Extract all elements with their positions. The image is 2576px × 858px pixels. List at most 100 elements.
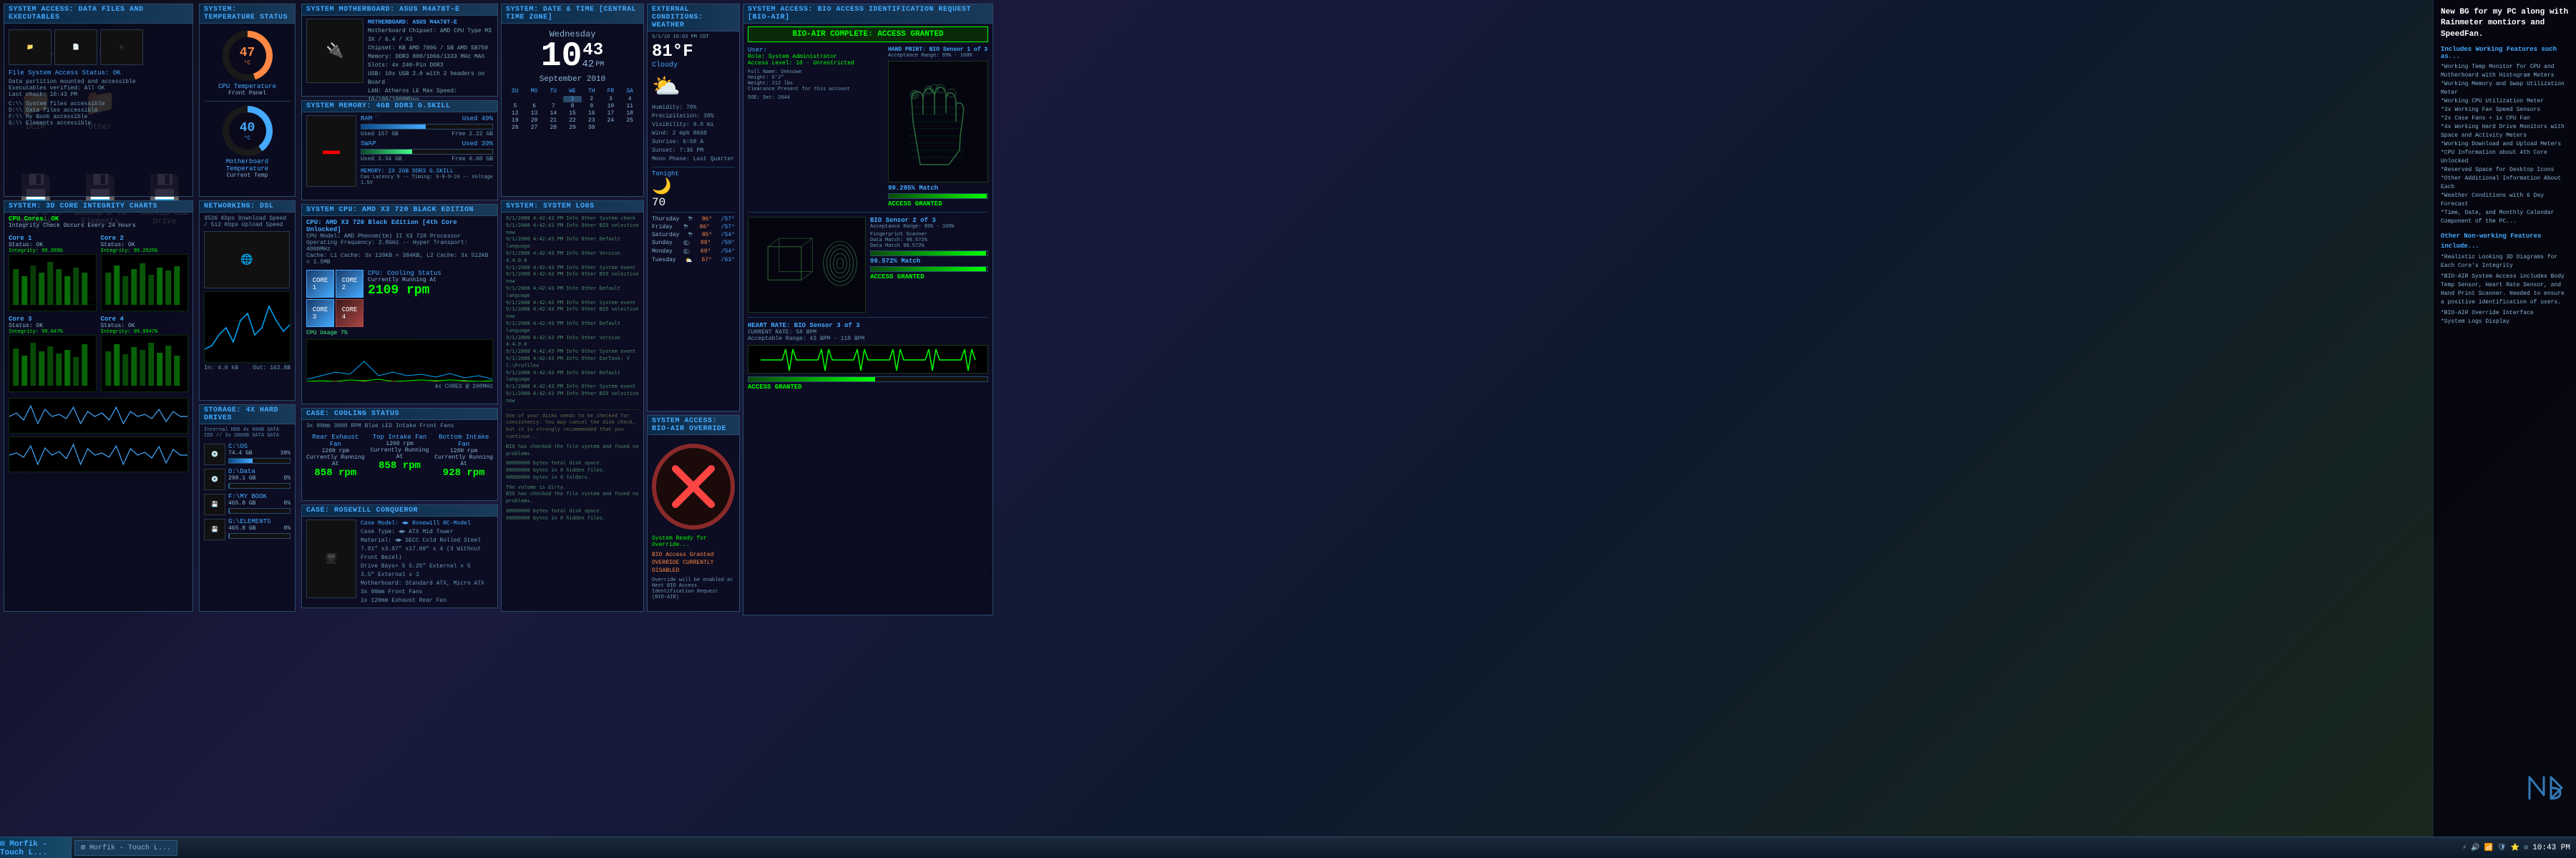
bio-override-header: SYSTEM ACCESS: BIO-AIR Override xyxy=(648,416,739,435)
time-display: 10 43 42 PM xyxy=(506,39,639,74)
network-graph xyxy=(204,291,291,363)
cpu-panel: SYSTEM CPU: AMD X3 720 Black Edition CPU… xyxy=(301,204,498,404)
features-list: *Working Temp Monitor for CPU and Mother… xyxy=(2441,63,2569,226)
core1-graph xyxy=(9,254,97,311)
data-files-img3: ⚙ xyxy=(100,29,143,65)
storage-header: STORAGE: 4x Hard Drives xyxy=(200,405,295,424)
integrity-panel: SYSTEM: 3D Core Integrity Charts CPU Cor… xyxy=(4,200,193,612)
motherboard-header: SYSTEM MOTHERBOARD: ASUS M4A78T-E xyxy=(302,4,497,16)
cpu-core-diagram: CORE1 CORE2 CORE3 CORE4 xyxy=(306,270,364,327)
current-temp: 81°F xyxy=(652,42,735,62)
network-out: Out: 162.8B xyxy=(253,365,291,371)
integrity-header: SYSTEM: 3D Core Integrity Charts xyxy=(4,201,192,213)
system-clock: 10:43 PM xyxy=(2532,844,2570,852)
mb-temp-label: Motherboard Temperature xyxy=(204,158,291,172)
data-files-img1: 📁 xyxy=(9,29,52,65)
weather-details: Humidity: 70% Precipitation: 30% Visibil… xyxy=(652,104,735,164)
nb-logo xyxy=(2526,774,2569,809)
bio-air-panel: SYSTEM ACCESS: BIO Access Identification… xyxy=(743,4,993,615)
core2-graph xyxy=(101,254,189,311)
tray-icon-security: 🛡 xyxy=(2497,844,2507,852)
storage-content: Internal HDD 4x 600B SATA IDS // 3x 300G… xyxy=(200,424,295,545)
case-content: 🖥 Case Model: ◄► Rosewill RC-Model Case … xyxy=(302,517,497,608)
case-image: 🖥 xyxy=(306,520,356,598)
temperature-panel: SYSTEM: Temperature Status 47 °C CPU Tem… xyxy=(199,4,296,197)
heart-rate-container: HEART RATE: BIO Sensor 3 of 3 CURRENT RA… xyxy=(748,317,988,391)
ecg-waveform xyxy=(748,345,988,374)
tray-icon-bolt: ⚡ xyxy=(2462,844,2467,852)
memory-stats: RAM Used 49% Used 157 GB Free 2.22 GB SW… xyxy=(361,115,493,187)
memory-image: ▬▬ xyxy=(306,115,356,187)
datetime-content: Wednesday 10 43 42 PM September 2010 SUM… xyxy=(502,24,643,134)
drive-c-image: 💿 xyxy=(204,444,225,465)
drive-c: 💿 C:\OS 74.4 GB39% xyxy=(204,443,291,465)
tray-icon-star: ⭐ xyxy=(2511,844,2519,852)
core2-chart: Core 2 Status: OK Integrity: 99.2525% xyxy=(101,235,189,311)
cpu-temp-subtitle: Front Panel xyxy=(204,90,291,97)
right-sidebar: New BG for my PC along with Rainmeter mo… xyxy=(2433,0,2576,837)
system-logs-header: SYSTEM: SYSTEM LOGS xyxy=(502,201,643,213)
bio-override-next: Override will be enabled at Next BIO Acc… xyxy=(652,577,735,600)
weather-header: EXTERNAL CONDITIONS: Weather xyxy=(648,4,739,31)
cooling-content: 3x 80mm 3000 RPM Blue LED Intake Front F… xyxy=(302,420,497,482)
data-files-header: SYSTEM ACCESS: Data Files and Executable… xyxy=(4,4,192,24)
weather-content: 9/1/10 10:03 PM CDT 81°F Cloudy ⛅ Humidi… xyxy=(648,31,739,268)
sidebar-title: New BG for my PC along with Rainmeter mo… xyxy=(2441,7,2569,40)
drive-d-image: 💿 xyxy=(204,469,225,490)
system-logs-content: 9/1/2008 4:42:43 PM Info Other System ch… xyxy=(502,213,643,599)
mb-temp-gauge: 40 °C xyxy=(223,106,273,156)
datetime-panel: SYSTEM: Date & Time [CENTRAL TIME ZONE] … xyxy=(501,4,644,197)
cooling-header: CASE: Cooling Status xyxy=(302,409,497,420)
cpu-content: CPU: AMD X3 720 Black Edition [4th Core … xyxy=(302,216,497,393)
bio-air-content: BIO-AIR COMPLETE: ACCESS GRANTED User: R… xyxy=(743,24,992,394)
networking-panel: NETWORKING: DSL 3526 Kbps Download Speed… xyxy=(199,200,296,401)
mb-temp-subtitle: Current Temp xyxy=(204,172,291,179)
storage-panel: STORAGE: 4x Hard Drives Internal HDD 4x … xyxy=(199,404,296,612)
drive-d: 💿 D:\Data 298.1 GB0% xyxy=(204,468,291,490)
cpu-header: SYSTEM CPU: AMD X3 720 Black Edition xyxy=(302,205,497,216)
weather-condition: Cloudy xyxy=(652,62,735,69)
bio-air-header: SYSTEM ACCESS: BIO Access Identification… xyxy=(743,4,992,24)
bio-air-user-info: User: Role: System Administrator Access … xyxy=(748,47,988,208)
drive-g-image: 💾 xyxy=(204,519,225,540)
networking-content: 3526 Kbps Download Speed / 512 Kbps Uplo… xyxy=(200,213,295,374)
networking-image: 🌐 xyxy=(204,231,290,288)
nonworking-title: Other Non-working Features include... *R… xyxy=(2441,232,2569,326)
datetime-header: SYSTEM: Date & Time [CENTRAL TIME ZONE] xyxy=(502,4,643,24)
bio-sensor2-info: BIO Sensor 2 of 3 Acceptance Range: 99% … xyxy=(870,217,988,313)
memory-header: SYSTEM MEMORY: 4GB DDR3 G.Skill xyxy=(302,101,497,112)
taskbar-tray: ⚡ 🔊 📶 🛡 ⭐ ⊙ 10:43 PM xyxy=(2457,844,2576,852)
cpu-temp-gauge: 47 °C xyxy=(223,31,273,81)
drive-g: 💾 G:\ELEMENTS 465.8 GB0% xyxy=(204,518,291,540)
data-files-text: File System Access Status: OK Data parti… xyxy=(9,69,188,127)
cpu-cooling-info: CPU: Cooling Status Currently Running At… xyxy=(368,270,493,327)
cpu-temp-label: CPU Temperature xyxy=(204,83,291,90)
rear-fan-info: Rear Exhaust Fan 1200 rpm Currently Runn… xyxy=(306,434,365,479)
temperature-content: 47 °C CPU Temperature Front Panel 40 °C … xyxy=(200,24,295,186)
data-files-img2: 📄 xyxy=(54,29,97,65)
log-entries: 9/1/2008 4:42:43 PM Info Other System ch… xyxy=(506,215,639,522)
bio-override-x-button[interactable] xyxy=(652,444,735,530)
bio-air-status-bar: BIO-AIR COMPLETE: ACCESS GRANTED xyxy=(748,26,988,42)
bio-override-panel: SYSTEM ACCESS: BIO-AIR Override System R… xyxy=(647,415,740,612)
temperature-header: SYSTEM: Temperature Status xyxy=(200,4,295,24)
drive-f: 💾 F:\MY BOOK 465.8 GB0% xyxy=(204,493,291,515)
case-specs: Case Model: ◄► Rosewill RC-Model Case Ty… xyxy=(361,520,493,605)
core3-graph xyxy=(9,335,97,392)
cpu-usage-graph xyxy=(306,339,493,382)
weather-panel: EXTERNAL CONDITIONS: Weather 9/1/10 10:0… xyxy=(647,4,740,411)
bio-override-content: System Ready for Override... BIO Access … xyxy=(648,435,739,603)
case-header: CASE: Rosewill Conqueror xyxy=(302,505,497,517)
start-button[interactable]: ⊞ Morfik - Touch L... xyxy=(0,837,72,858)
taskbar: ⊞ Morfik - Touch L... ⊞ Morfik - Touch L… xyxy=(0,837,2576,858)
top-fan-info: Top Intake Fan 1200 rpm Currently Runnin… xyxy=(371,434,429,479)
cooling-panel: CASE: Cooling Status 3x 80mm 3000 RPM Bl… xyxy=(301,408,498,501)
case-panel: CASE: Rosewill Conqueror 🖥 Case Model: ◄… xyxy=(301,504,498,608)
features-title: Includes Working Features such as... xyxy=(2441,46,2569,60)
taskbar-item-morfik[interactable]: ⊞ Morfik - Touch L... xyxy=(74,840,177,856)
core3-chart: Core 3 Status: OK Integrity: 99.047% xyxy=(9,316,97,392)
hand-print-container: HAND PRINT: BIO Sensor 1 of 3 Acceptance… xyxy=(888,47,988,208)
integrity-content: CPU Cores: OK Integrity Check Occurs Eve… xyxy=(4,213,192,475)
core-activity-waves xyxy=(9,398,188,472)
bio-override-detail: BIO Access Granted OVERRIDE CURRENTLY DI… xyxy=(652,551,735,575)
